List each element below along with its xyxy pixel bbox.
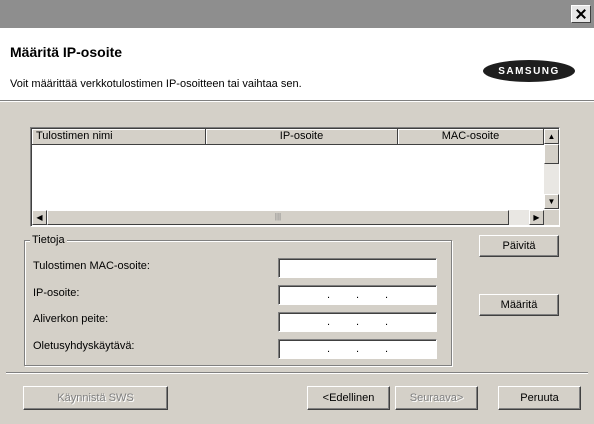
- ip-separator: .: [355, 288, 360, 301]
- horizontal-scrollbar[interactable]: ◀ ||| ▶: [32, 210, 544, 225]
- list-header: Tulostimen nimi IP-osoite MAC-osoite: [32, 129, 544, 145]
- back-button[interactable]: <Edellinen: [307, 386, 390, 410]
- vertical-scroll-thumb[interactable]: [544, 144, 559, 164]
- ip-separator: .: [326, 342, 331, 355]
- samsung-logo: SAMSUNG: [483, 60, 575, 82]
- scroll-up-icon[interactable]: ▲: [544, 129, 559, 144]
- column-header-ip-address[interactable]: IP-osoite: [206, 129, 398, 145]
- horizontal-scroll-thumb[interactable]: |||: [47, 210, 509, 225]
- page-title: Määritä IP-osoite: [10, 44, 123, 60]
- next-button[interactable]: Seuraava>: [395, 386, 478, 410]
- printer-list[interactable]: Tulostimen nimi IP-osoite MAC-osoite ▲ ▼…: [30, 127, 560, 227]
- default-gateway-field[interactable]: . . .: [278, 339, 437, 359]
- scroll-left-icon[interactable]: ◀: [32, 210, 47, 225]
- start-sws-button[interactable]: Käynnistä SWS: [23, 386, 168, 410]
- ip-address-label: IP-osoite:: [33, 287, 80, 299]
- ip-separator: .: [384, 315, 389, 328]
- subnet-mask-field[interactable]: . . .: [278, 312, 437, 332]
- subnet-mask-label: Aliverkon peite:: [33, 313, 109, 325]
- close-icon[interactable]: [571, 5, 591, 23]
- refresh-button[interactable]: Päivitä: [479, 235, 559, 257]
- ip-separator: .: [326, 288, 331, 301]
- title-bar: [0, 0, 594, 28]
- ip-separator: .: [384, 288, 389, 301]
- dialog-header: Määritä IP-osoite Voit määrittää verkkot…: [0, 28, 594, 101]
- ip-separator: .: [326, 315, 331, 328]
- ip-separator: .: [355, 315, 360, 328]
- page-subtitle: Voit määrittää verkkotulostimen IP-osoit…: [10, 78, 302, 90]
- ip-address-field[interactable]: . . .: [278, 285, 437, 305]
- mac-address-field[interactable]: [278, 258, 437, 278]
- cancel-button[interactable]: Peruuta: [498, 386, 581, 410]
- column-header-printer-name[interactable]: Tulostimen nimi: [32, 129, 206, 145]
- scrollbar-corner: [544, 210, 559, 225]
- scroll-down-icon[interactable]: ▼: [544, 194, 559, 209]
- scroll-right-icon[interactable]: ▶: [529, 210, 544, 225]
- vertical-scrollbar[interactable]: ▲ ▼: [544, 129, 559, 209]
- column-header-mac-address[interactable]: MAC-osoite: [398, 129, 544, 145]
- mac-address-label: Tulostimen MAC-osoite:: [33, 260, 150, 272]
- info-group-legend: Tietoja: [30, 234, 67, 246]
- footer-separator: [6, 372, 588, 374]
- default-gateway-label: Oletusyhdyskäytävä:: [33, 340, 135, 352]
- ip-separator: .: [355, 342, 360, 355]
- ip-separator: .: [384, 342, 389, 355]
- configure-button[interactable]: Määritä: [479, 294, 559, 316]
